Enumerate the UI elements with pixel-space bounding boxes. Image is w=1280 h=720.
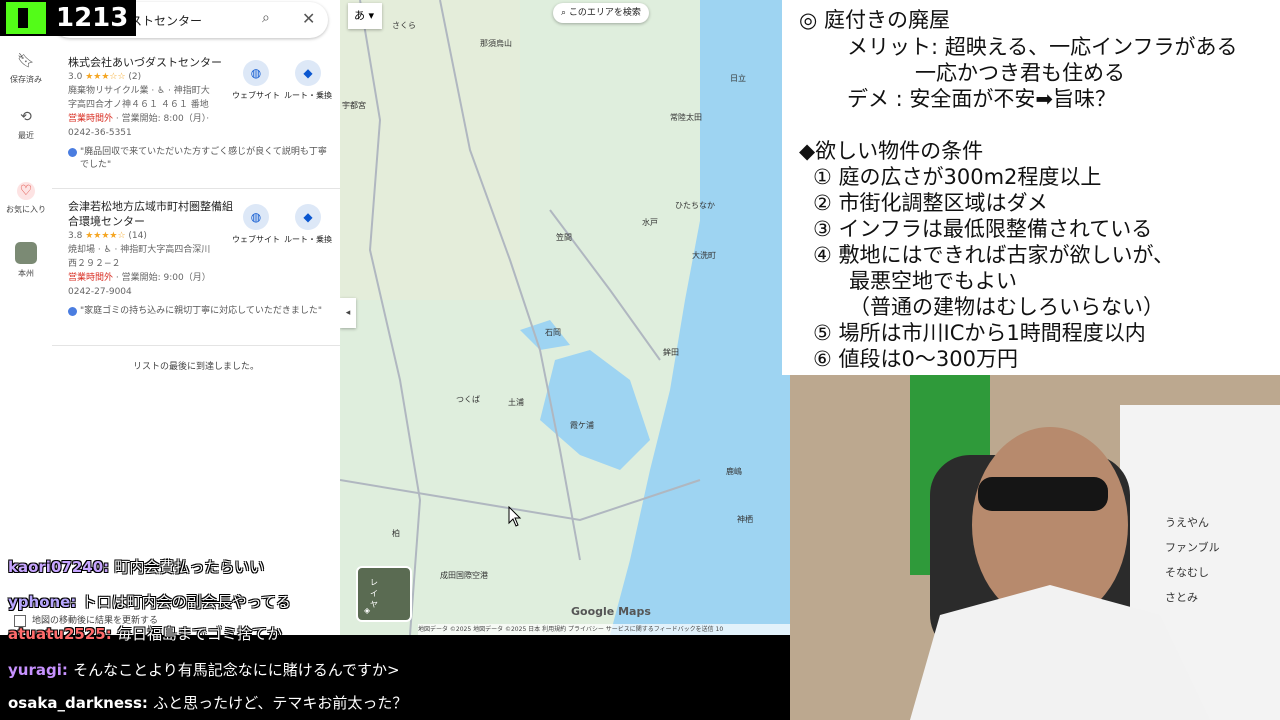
map-label: ひたちなか bbox=[675, 201, 715, 210]
map-label: 水戸 bbox=[642, 218, 658, 227]
search-input[interactable]: ストセンター bbox=[130, 12, 202, 29]
chat-overlay: kaori07240: 町内会費払ったらいい yphone: トロは町内会の副会… bbox=[0, 555, 790, 720]
note-line: ⑥ 値段は0～300万円 bbox=[813, 347, 1018, 371]
star-rating-icon: ★★★☆☆ bbox=[85, 72, 126, 82]
directions-icon: ◆ bbox=[295, 204, 321, 230]
map-label: 鹿嶋 bbox=[726, 467, 742, 476]
map-label: 日立 bbox=[730, 74, 746, 83]
map-label: 宇都宮 bbox=[342, 101, 366, 110]
map-graphic bbox=[340, 0, 790, 635]
end-of-list-text: リストの最後に到達しました。 bbox=[132, 362, 259, 372]
note-line: （普通の建物はむしろいらない） bbox=[849, 295, 1164, 319]
website-button[interactable]: ◍ ウェブサイト bbox=[226, 204, 286, 245]
result-hours: 営業時間外 · 営業開始: 8:00（月）· bbox=[68, 114, 210, 124]
honshu-nav[interactable]: 本州 bbox=[0, 242, 52, 279]
route-button[interactable]: ◆ ルート・乗換 bbox=[278, 60, 338, 101]
map-label: 柏 bbox=[392, 529, 400, 538]
chat-message: osaka_darkness: ふと思ったけど、テマキお前太った？ bbox=[8, 694, 408, 712]
chat-message: kaori07240: 町内会費払ったらいい bbox=[8, 558, 265, 576]
map-label: 鉾田 bbox=[663, 348, 679, 357]
kick-logo-icon bbox=[6, 2, 46, 34]
map-label: さくら bbox=[392, 21, 416, 30]
note-line: ② 市街化調整区域はダメ bbox=[813, 191, 1048, 215]
note-line: 一応かつき君も住める bbox=[915, 61, 1125, 85]
route-button[interactable]: ◆ ルート・乗換 bbox=[278, 204, 338, 245]
star-rating-icon: ★★★★☆ bbox=[85, 231, 126, 241]
sunglasses bbox=[978, 477, 1108, 511]
note-line: ③ インフラは最低限整備されている bbox=[813, 217, 1153, 241]
note-line: ◎ 庭付きの廃屋 bbox=[799, 8, 950, 32]
result-phone: 0242-27-9004 bbox=[68, 287, 132, 297]
note-line: デメ : 安全面が不安➡旨味？ bbox=[847, 87, 1117, 111]
maps-side-rail: 🔖︎ 保存済み ⟲ 最近 ♡ お気に入り 本州 bbox=[0, 0, 53, 635]
note-line: 最悪空地でもよい bbox=[849, 269, 1017, 293]
map-label: 石岡 bbox=[545, 328, 561, 337]
result-hours: 営業時間外 · 営業開始: 9:00（月） bbox=[68, 273, 211, 283]
chat-message: atuatu2525: 毎日福島までゴミ捨てか bbox=[8, 625, 282, 643]
map-label: 土浦 bbox=[508, 398, 524, 407]
website-button[interactable]: ◍ ウェブサイト bbox=[226, 60, 286, 101]
globe-icon: ◍ bbox=[243, 60, 269, 86]
map-label: 常陸太田 bbox=[670, 113, 702, 122]
note-line: ① 庭の広さが300m2程度以上 bbox=[813, 165, 1102, 189]
map-label: 那須烏山 bbox=[480, 39, 512, 48]
result-address: 焼却場 · ♿ · 神指町大字高四合深川 bbox=[68, 245, 211, 255]
recent-nav[interactable]: ⟲ 最近 bbox=[0, 108, 52, 141]
search-this-area-button[interactable]: ⌕ このエリアを検索 bbox=[553, 3, 649, 23]
language-toggle[interactable]: あ ▾ bbox=[348, 3, 382, 29]
saved-nav[interactable]: 🔖︎ 保存済み bbox=[0, 52, 52, 85]
whiteboard-names: うえやん ファンブル そなむし さとみ bbox=[1165, 516, 1220, 604]
divider bbox=[52, 188, 340, 189]
collapse-panel-button[interactable]: ◂ bbox=[340, 298, 356, 328]
results-panel: ストセンター ⌕ ✕ 株式会社あいづダストセンター 3.0 ★★★☆☆ (2) … bbox=[52, 0, 340, 635]
map-label: 笠間 bbox=[556, 233, 572, 242]
heart-icon: ♡ bbox=[17, 182, 35, 200]
search-icon[interactable]: ⌕ bbox=[262, 10, 270, 26]
directions-icon: ◆ bbox=[295, 60, 321, 86]
map-label: つくば bbox=[456, 395, 480, 404]
notes-panel: ◎ 庭付きの廃屋 メリット: 超映える、一応インフラがある 一応かつき君も住める… bbox=[782, 0, 1280, 375]
note-line: メリット: 超映える、一応インフラがある bbox=[847, 35, 1238, 59]
result-phone: 0242-36-5351 bbox=[68, 128, 132, 138]
result-name[interactable]: 会津若松地方広域市町村圏整備組合環境センター bbox=[68, 199, 233, 229]
favorites-nav[interactable]: ♡ お気に入り bbox=[0, 182, 52, 215]
map-label: 大洗町 bbox=[692, 251, 716, 260]
globe-icon: ◍ bbox=[243, 204, 269, 230]
map-label: 霞ケ浦 bbox=[570, 421, 594, 430]
result-review: "廃品回収で来ていただいた方すごく感じが良くて説明も丁寧でした" bbox=[68, 146, 333, 172]
map-canvas[interactable]: あ ▾ ⌕ このエリアを検索 ◂ さくら 那須烏山 宇都宮 日立 常陸太田 ひた… bbox=[340, 0, 790, 635]
map-thumbnail-icon bbox=[15, 242, 37, 264]
divider bbox=[52, 345, 340, 346]
webcam-feed: うえやん ファンブル そなむし さとみ bbox=[790, 375, 1280, 720]
result-review: "家庭ゴミの持ち込みに親切丁寧に対応していただきました" bbox=[68, 305, 333, 318]
chat-message: yphone: トロは町内会の副会長やってる bbox=[8, 593, 291, 611]
result-address-2: 西２９２−２ bbox=[68, 259, 121, 269]
note-line: ④ 敷地にはできれば古家が欲しいが、 bbox=[813, 243, 1175, 267]
result-address: 廃棄物リサイクル業 · ♿ · 神指町大 bbox=[68, 86, 210, 96]
note-line: ⑤ 場所は市川ICから1時間程度以内 bbox=[813, 321, 1146, 345]
lake-kasumigaura bbox=[540, 350, 650, 470]
close-icon[interactable]: ✕ bbox=[302, 9, 315, 28]
chat-message: yuragi: そんなことより有馬記念なにに賭けるんですか> bbox=[8, 661, 400, 679]
bookmark-icon: 🔖︎ bbox=[17, 53, 35, 69]
history-icon: ⟲ bbox=[20, 109, 32, 125]
map-label: 神栖 bbox=[737, 515, 753, 524]
viewer-count-badge: 1213 bbox=[0, 0, 136, 36]
mouse-cursor-icon bbox=[508, 506, 522, 527]
note-line: ◆欲しい物件の条件 bbox=[799, 139, 984, 163]
